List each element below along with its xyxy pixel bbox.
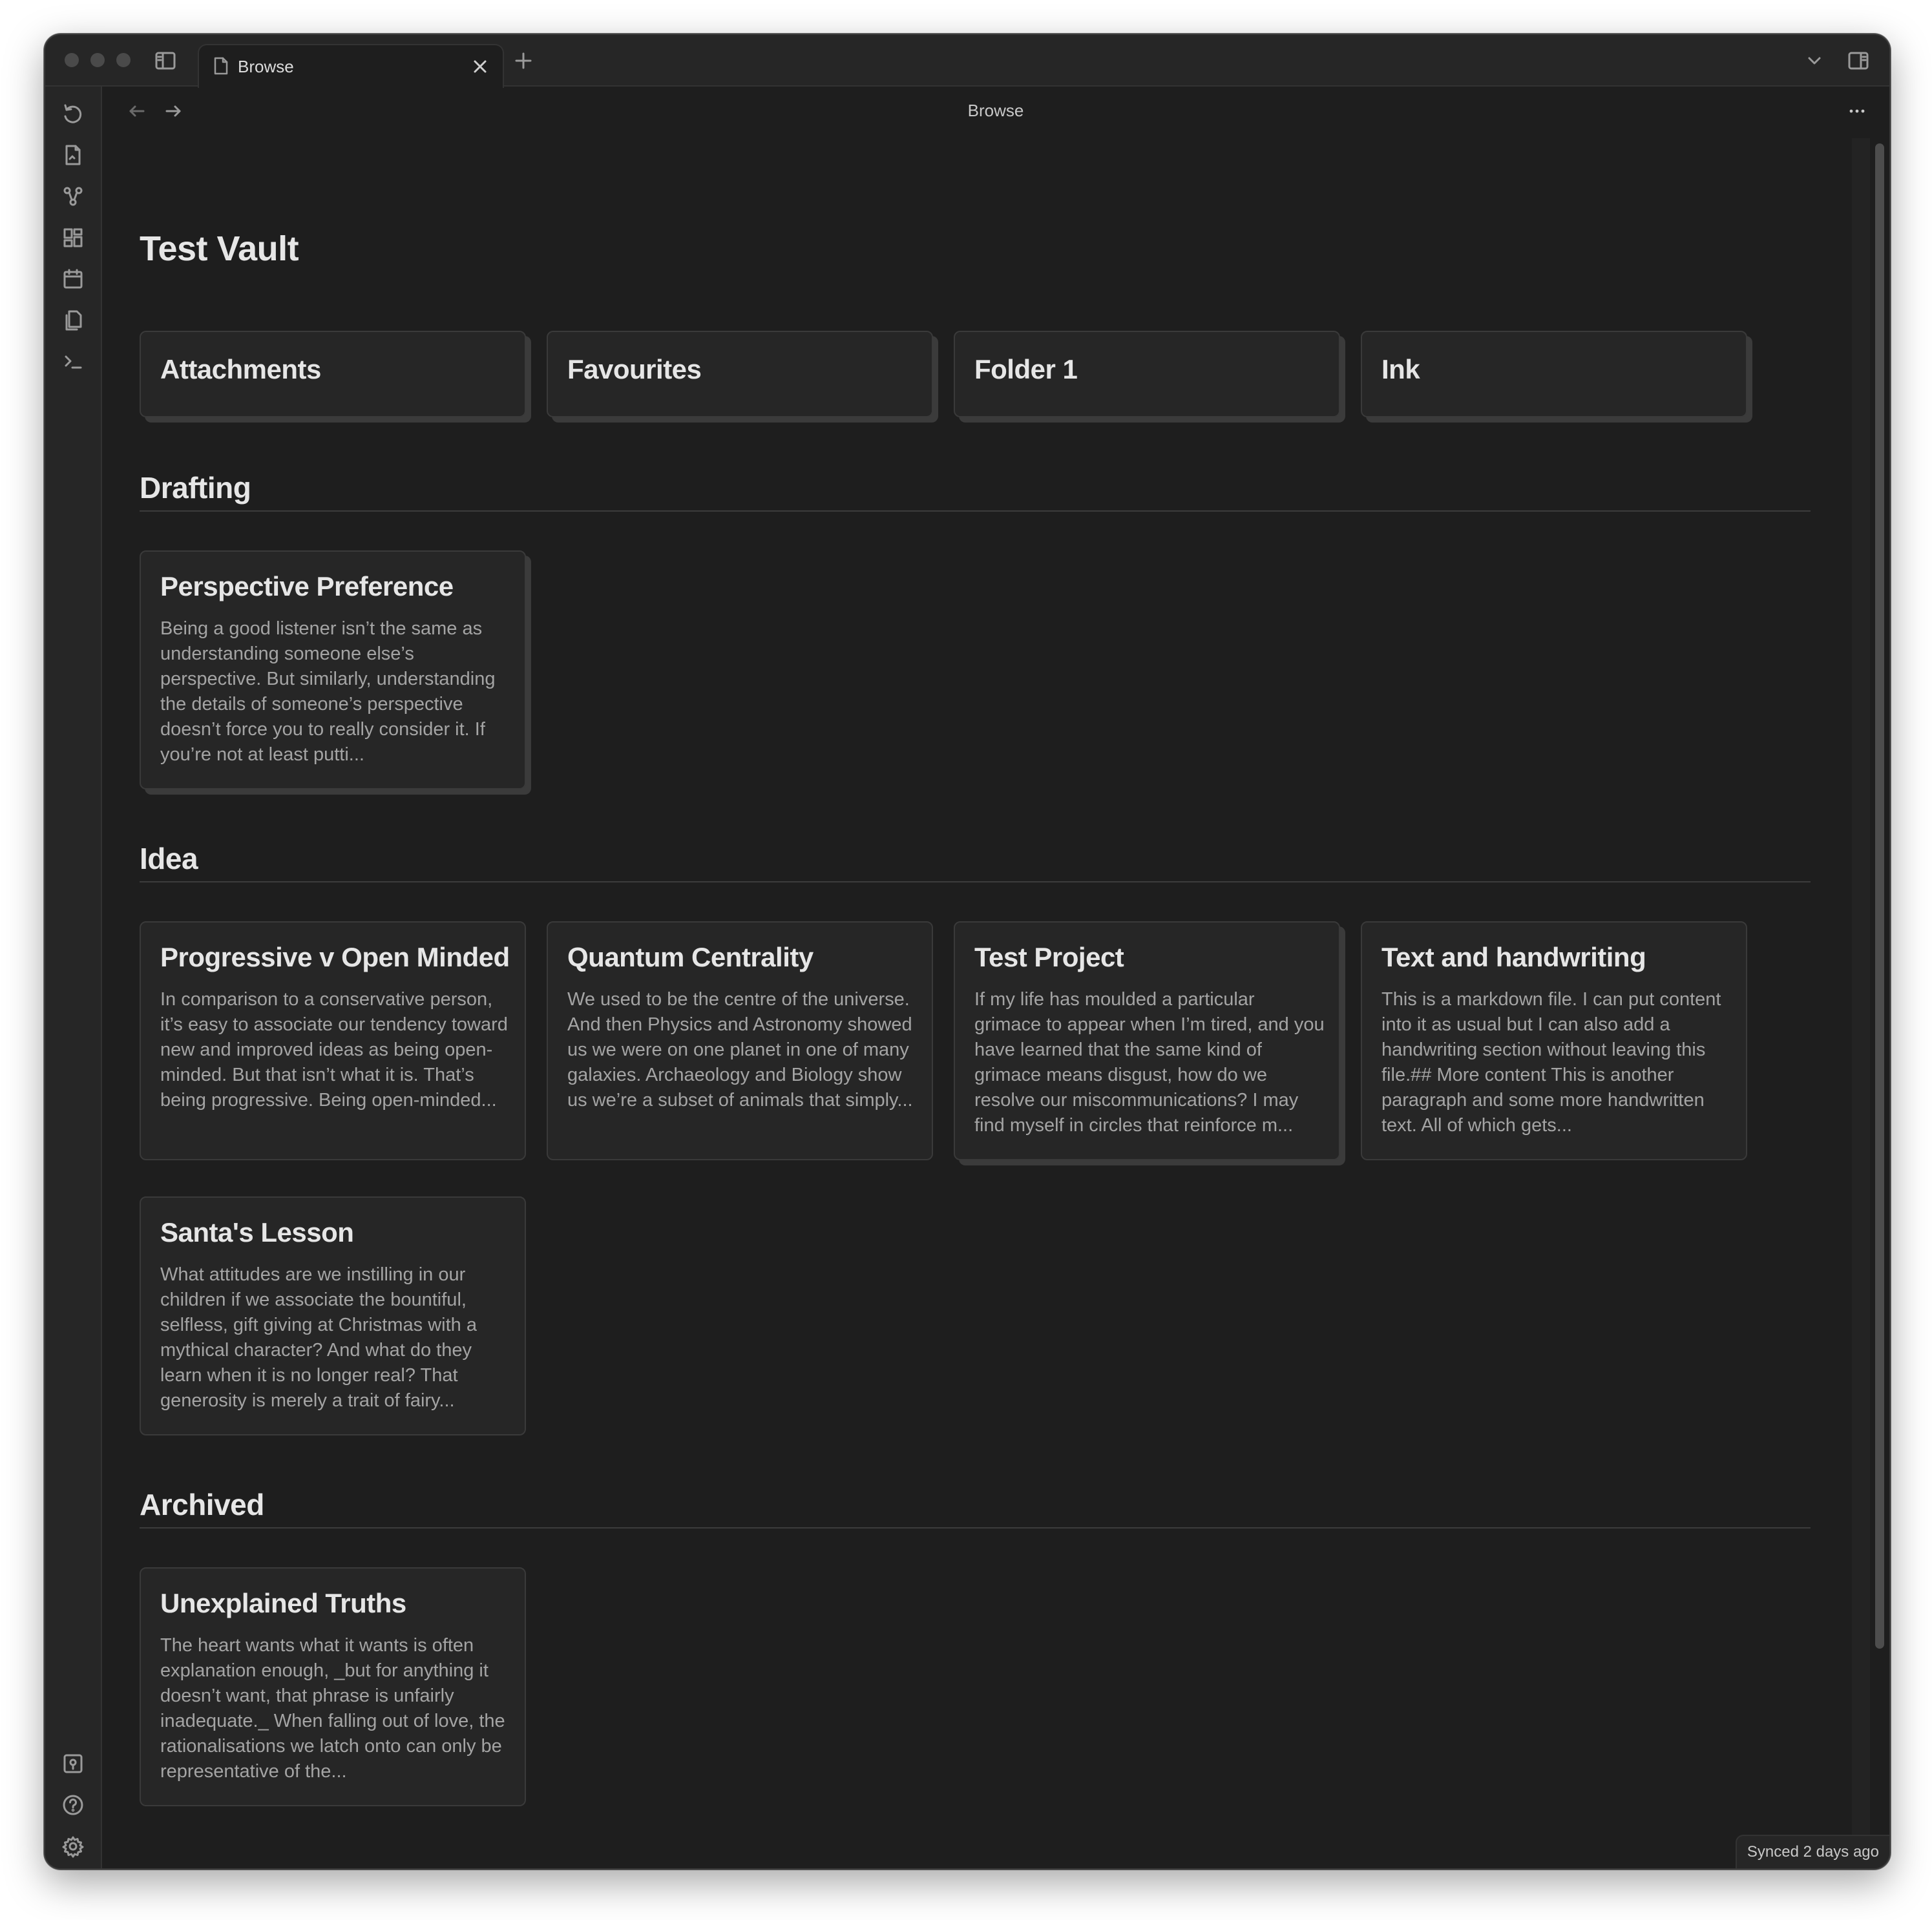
graph-view-icon[interactable] xyxy=(59,182,87,211)
maximize-window-button[interactable] xyxy=(116,53,131,67)
close-tab-icon[interactable] xyxy=(469,56,491,78)
note-card-text-and-handwriting[interactable]: Text and handwriting This is a markdown … xyxy=(1361,921,1747,1160)
note-card-test-project[interactable]: Test Project If my life has moulded a pa… xyxy=(954,921,1340,1160)
chevron-down-icon[interactable] xyxy=(1803,49,1826,72)
undo-icon[interactable] xyxy=(59,99,87,128)
note-card-quantum-centrality[interactable]: Quantum Centrality We used to be the cen… xyxy=(547,921,933,1160)
close-window-button[interactable] xyxy=(65,53,79,67)
file-icon xyxy=(211,56,231,76)
note-card-title: Quantum Centrality xyxy=(567,942,814,972)
view-title: Browse xyxy=(967,101,1024,120)
section-heading-drafting: Drafting xyxy=(140,471,251,505)
note-card-excerpt: What attitudes are we instilling in our … xyxy=(160,1264,477,1411)
note-card-excerpt: This is a markdown file. I can put conte… xyxy=(1381,989,1721,1136)
note-card-title: Unexplained Truths xyxy=(160,1588,406,1618)
note-card-excerpt: The heart wants what it wants is often e… xyxy=(160,1635,505,1782)
folder-card-folder-1[interactable]: Folder 1 xyxy=(954,331,1340,417)
section-heading-idea: Idea xyxy=(140,842,198,875)
scrollbar-thumb[interactable] xyxy=(1875,143,1884,1649)
folder-card-attachments[interactable]: Attachments xyxy=(140,331,526,417)
note-card-title: Progressive v Open Minded xyxy=(160,942,510,972)
calendar-icon[interactable] xyxy=(59,265,87,293)
right-sidebar-toggle-icon[interactable] xyxy=(1845,48,1871,74)
canvas-grid-icon[interactable] xyxy=(59,224,87,252)
note-card-title: Test Project xyxy=(974,942,1124,972)
terminal-icon[interactable] xyxy=(59,348,87,376)
more-options-icon[interactable] xyxy=(1844,98,1870,124)
note-card-title: Perspective Preference xyxy=(160,571,454,601)
folder-card-label: Favourites xyxy=(567,354,702,384)
settings-gear-icon[interactable] xyxy=(59,1832,87,1861)
view-header: Browse xyxy=(102,87,1889,145)
note-card-perspective-preference[interactable]: Perspective Preference Being a good list… xyxy=(140,550,526,789)
sync-status[interactable]: Synced 2 days ago xyxy=(1735,1835,1889,1868)
folder-card-label: Attachments xyxy=(160,354,321,384)
folder-card-favourites[interactable]: Favourites xyxy=(547,331,933,417)
help-icon[interactable] xyxy=(59,1791,87,1819)
folder-card-ink[interactable]: Ink xyxy=(1361,331,1747,417)
new-note-icon[interactable] xyxy=(59,141,87,169)
tab-browse[interactable]: Browse xyxy=(198,44,504,88)
vault-title: Test Vault xyxy=(140,229,299,268)
section-divider xyxy=(140,881,1811,882)
left-ribbon xyxy=(45,87,102,1868)
tab-label: Browse xyxy=(238,57,294,76)
app-window: Browse Browse Test Vault Attachments Fav… xyxy=(44,34,1891,1870)
note-card-excerpt: If my life has moulded a particular grim… xyxy=(974,989,1325,1136)
note-card-progressive-v-open-minded[interactable]: Progressive v Open Minded In comparison … xyxy=(140,921,526,1160)
note-card-excerpt: Being a good listener isn’t the same as … xyxy=(160,618,496,765)
note-card-title: Text and handwriting xyxy=(1381,942,1646,972)
section-divider xyxy=(140,510,1811,512)
note-card-excerpt: In comparison to a conservative person, … xyxy=(160,989,508,1111)
sidebar-toggle-icon[interactable] xyxy=(152,48,178,74)
note-card-title: Santa's Lesson xyxy=(160,1217,354,1247)
note-card-excerpt: We used to be the centre of the universe… xyxy=(567,989,913,1111)
section-heading-archived: Archived xyxy=(140,1488,264,1521)
scrollbar-track[interactable] xyxy=(1852,138,1870,1868)
folder-card-label: Ink xyxy=(1381,354,1420,384)
folder-card-label: Folder 1 xyxy=(974,354,1078,384)
note-card-unexplained-truths[interactable]: Unexplained Truths The heart wants what … xyxy=(140,1567,526,1806)
vault-switcher-icon[interactable] xyxy=(59,1749,87,1778)
section-divider xyxy=(140,1527,1811,1529)
new-tab-icon[interactable] xyxy=(512,49,535,72)
title-bar: Browse xyxy=(45,35,1889,88)
note-card-santas-lesson[interactable]: Santa's Lesson What attitudes are we ins… xyxy=(140,1196,526,1435)
copy-pages-icon[interactable] xyxy=(59,306,87,335)
minimize-window-button[interactable] xyxy=(90,53,105,67)
